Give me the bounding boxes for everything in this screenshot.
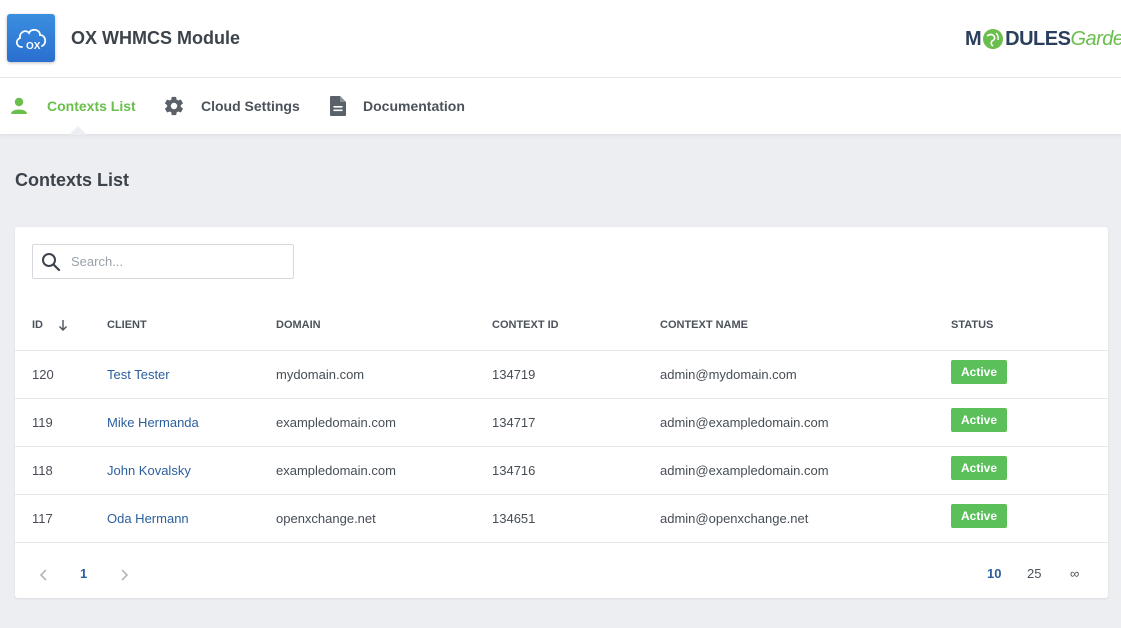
cell-context-id: 134719 <box>492 350 660 399</box>
sort-descending-icon <box>59 320 68 332</box>
column-header-context-name[interactable]: CONTEXT NAME <box>660 301 951 351</box>
contexts-table: ID CLIENT DOMAIN CONTEXT ID CONTEXT NAME… <box>15 301 1108 543</box>
cell-context-name: admin@mydomain.com <box>660 350 951 399</box>
table-row: 120 Test Tester mydomain.com 134719 admi… <box>15 350 1108 399</box>
cell-client: Oda Hermann <box>107 494 276 543</box>
cell-context-id: 134651 <box>492 494 660 543</box>
cell-domain: mydomain.com <box>276 350 492 399</box>
column-header-domain[interactable]: DOMAIN <box>276 301 492 351</box>
page-size-all-button[interactable]: ∞ <box>1070 549 1079 598</box>
chevron-left-icon <box>39 568 47 581</box>
search-input[interactable] <box>71 245 289 278</box>
table-row: 117 Oda Hermann openxchange.net 134651 a… <box>15 494 1108 543</box>
search-icon <box>42 253 61 272</box>
cell-status: Active <box>951 350 1108 399</box>
next-page-button[interactable] <box>119 549 129 598</box>
cell-client: Test Tester <box>107 350 276 399</box>
column-header-context-id[interactable]: CONTEXT ID <box>492 301 660 351</box>
app-title: OX WHMCS Module <box>71 28 240 48</box>
modulesgarden-logo: M DULES Garden <box>965 27 1121 50</box>
ox-logo: OX <box>7 14 55 62</box>
cell-id: 117 <box>15 494 107 543</box>
page-number-button[interactable]: 1 <box>80 549 87 598</box>
main-nav: Contexts List Cloud Settings Documentati… <box>0 78 1121 135</box>
cell-status: Active <box>951 446 1108 495</box>
cell-id: 119 <box>15 398 107 447</box>
search-box <box>32 244 294 279</box>
client-link[interactable]: Mike Hermanda <box>107 415 199 430</box>
contexts-table-card: ID CLIENT DOMAIN CONTEXT ID CONTEXT NAME… <box>15 227 1108 598</box>
svg-text:OX: OX <box>26 41 41 52</box>
cell-domain: exampledomain.com <box>276 446 492 495</box>
status-badge: Active <box>951 504 1008 528</box>
previous-page-button[interactable] <box>39 549 49 598</box>
cell-client: John Kovalsky <box>107 446 276 495</box>
pagination: 1 10 25 ∞ <box>15 549 1108 598</box>
cell-context-name: admin@exampledomain.com <box>660 398 951 447</box>
table-row: 119 Mike Hermanda exampledomain.com 1347… <box>15 398 1108 447</box>
column-header-id[interactable]: ID <box>15 301 107 351</box>
cloud-icon: OX <box>15 28 47 52</box>
cell-context-name: admin@exampledomain.com <box>660 446 951 495</box>
cell-id: 118 <box>15 446 107 495</box>
cell-context-name: admin@openxchange.net <box>660 494 951 543</box>
nav-item-cloud-settings[interactable]: Cloud Settings <box>163 78 300 134</box>
column-header-client[interactable]: CLIENT <box>107 301 276 351</box>
status-badge: Active <box>951 456 1008 480</box>
column-header-status[interactable]: STATUS <box>951 301 1108 351</box>
user-icon <box>11 97 27 114</box>
chevron-right-icon <box>121 568 129 581</box>
cell-domain: openxchange.net <box>276 494 492 543</box>
globe-icon <box>983 29 1004 49</box>
nav-item-label: Contexts List <box>47 98 136 114</box>
cell-domain: exampledomain.com <box>276 398 492 447</box>
cell-context-id: 134717 <box>492 398 660 447</box>
cell-status: Active <box>951 398 1108 447</box>
cell-status: Active <box>951 494 1108 543</box>
page-size-25-button[interactable]: 25 <box>1027 549 1041 598</box>
document-icon <box>330 96 346 116</box>
active-tab-caret <box>69 126 87 135</box>
cell-id: 120 <box>15 350 107 399</box>
client-link[interactable]: John Kovalsky <box>107 463 191 478</box>
app-header: OX OX WHMCS Module M DULES Garden <box>0 0 1121 78</box>
nav-item-documentation[interactable]: Documentation <box>329 78 465 134</box>
status-badge: Active <box>951 408 1008 432</box>
client-link[interactable]: Oda Hermann <box>107 511 189 526</box>
gear-icon <box>164 96 183 116</box>
nav-item-label: Documentation <box>363 98 465 114</box>
client-link[interactable]: Test Tester <box>107 367 170 382</box>
page-title: Contexts List <box>15 170 130 190</box>
status-badge: Active <box>951 360 1008 384</box>
table-row: 118 John Kovalsky exampledomain.com 1347… <box>15 446 1108 495</box>
cell-client: Mike Hermanda <box>107 398 276 447</box>
page-size-10-button[interactable]: 10 <box>987 549 1001 598</box>
cell-context-id: 134716 <box>492 446 660 495</box>
nav-item-label: Cloud Settings <box>201 98 300 114</box>
table-header-row: ID CLIENT DOMAIN CONTEXT ID CONTEXT NAME… <box>15 301 1108 351</box>
